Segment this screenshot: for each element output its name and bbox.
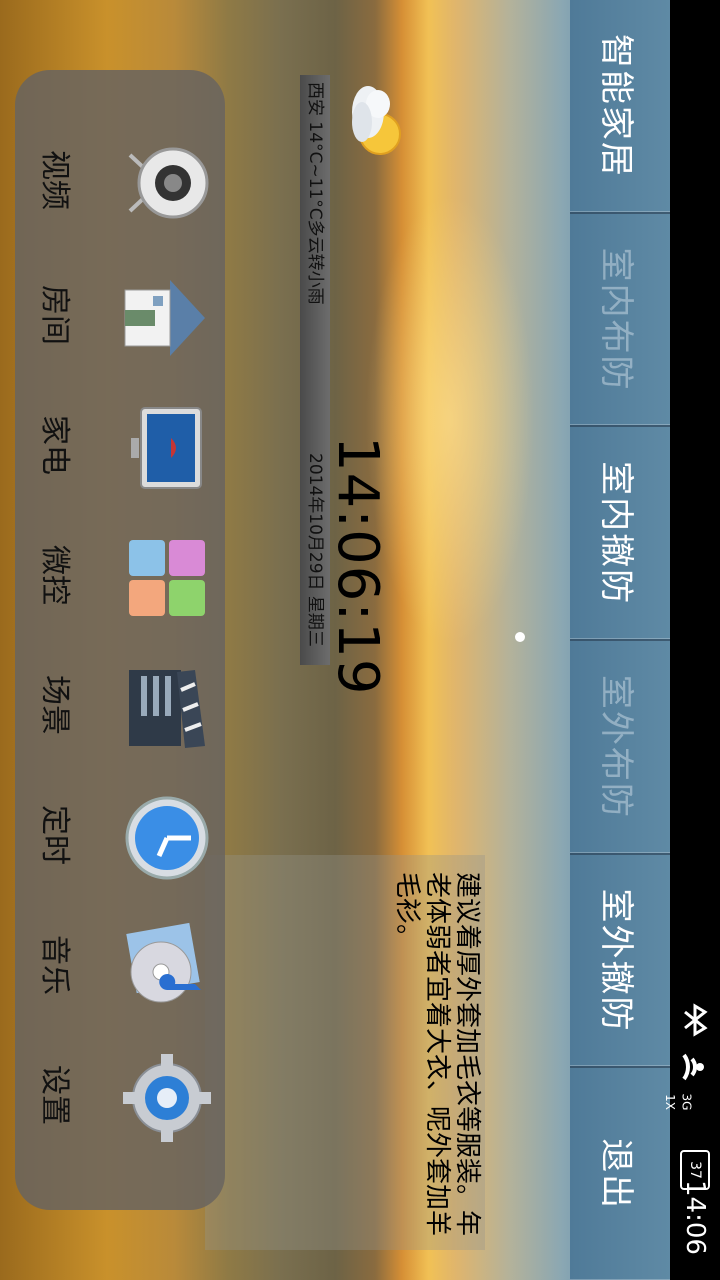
dock-item-scene[interactable]: 场景 xyxy=(15,645,215,765)
webcam-icon xyxy=(128,147,209,219)
status-time: 14:06 xyxy=(680,1180,710,1255)
dock-item-video[interactable]: 视频 xyxy=(15,120,215,240)
dock-label-micro-control: 微控 xyxy=(37,545,72,605)
dock-label-timer: 定时 xyxy=(37,805,72,865)
cloudy-sun-icon xyxy=(352,86,401,155)
gear-icon xyxy=(123,1054,211,1142)
home-screen: 智能家居 室内布防 室内撤防 室外布防 室外撤防 退出 西安 14°C~11°C… xyxy=(0,0,670,1280)
house-icon xyxy=(124,280,205,356)
clapperboard-icon xyxy=(129,670,205,748)
dock-label-room: 房间 xyxy=(37,285,72,345)
tiles-icon xyxy=(129,540,205,616)
dock-item-timer[interactable]: 定时 xyxy=(15,775,215,895)
dock-item-appliance[interactable]: 家电 xyxy=(15,385,215,505)
menu-item-outdoor-disarm[interactable]: 室外撤防 xyxy=(570,854,670,1069)
menu-item-smart-home[interactable]: 智能家居 xyxy=(570,0,670,214)
dock-item-settings[interactable]: 设置 xyxy=(15,1035,215,1155)
dock-item-music[interactable]: 音乐 xyxy=(15,905,215,1025)
bluetooth-icon xyxy=(684,1003,708,1037)
tv-icon xyxy=(131,407,202,489)
menu-item-indoor-arm[interactable]: 室内布防 xyxy=(570,213,670,428)
menu-item-indoor-disarm[interactable]: 室内撤防 xyxy=(570,427,670,642)
dock-item-room[interactable]: 房间 xyxy=(15,255,215,375)
dock-label-appliance: 家电 xyxy=(37,415,72,475)
clothing-advice: 建议着厚外套加毛衣等服装。年老体弱者宜着大衣、呢外套加羊毛衫。 xyxy=(392,872,482,1237)
dock-label-scene: 场景 xyxy=(37,675,72,735)
music-cd-icon xyxy=(126,922,201,1003)
top-menu-bar: 智能家居 室内布防 室内撤防 室外布防 室外撤防 退出 xyxy=(570,0,670,1280)
dock-item-micro-control[interactable]: 微控 xyxy=(15,515,215,635)
clock-time: 14:06:19 xyxy=(325,436,390,696)
clock-icon xyxy=(125,796,209,880)
dock-label-music: 音乐 xyxy=(37,935,72,995)
dock-label-video: 视频 xyxy=(37,150,72,210)
menu-item-exit[interactable]: 退出 xyxy=(570,1068,670,1280)
menu-item-outdoor-arm[interactable]: 室外布防 xyxy=(570,641,670,855)
status-bar-icons: 3G 1X 37 14:06 xyxy=(663,1000,720,1280)
weather-summary: 西安 14°C~11°C多云转小雨 xyxy=(305,82,325,305)
dock-label-settings: 设置 xyxy=(37,1065,72,1125)
wifi-icon xyxy=(682,1053,704,1081)
page-indicator-dot xyxy=(515,632,525,642)
network-3g-label: 3G xyxy=(679,1093,694,1111)
battery-level: 37 xyxy=(686,1161,703,1179)
network-1x-label: 1X xyxy=(662,1094,677,1110)
